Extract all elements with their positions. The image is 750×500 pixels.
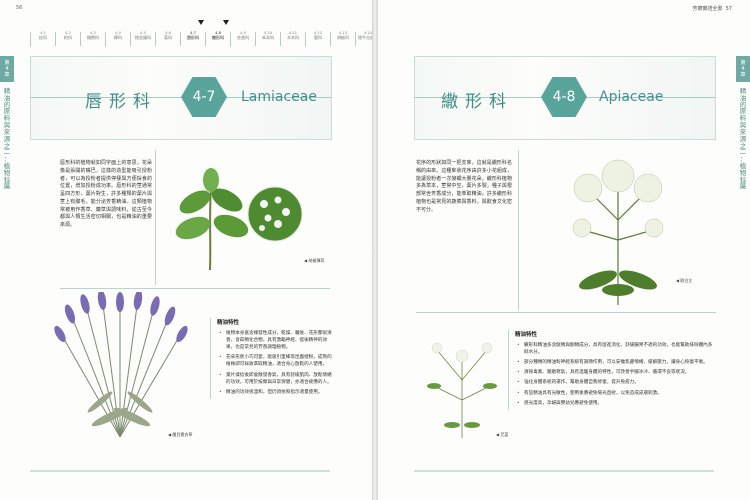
family-title-band: 繖形科 4-8 Apiaceae [414, 56, 716, 140]
side-char: 屬 [739, 182, 747, 191]
chapter-tab: 4-14牻牛兒苗科 [355, 31, 372, 46]
mint-flower-closeup [247, 186, 303, 242]
family-number-badge: 4-7 [181, 77, 227, 117]
chapter-tab: 4-11 木本科 [280, 31, 305, 46]
essential-oil-section: 精油特性 繖形科精油多含醚類與酮類成分，具有促進消化、舒緩腸胃不適的功效，也能幫… [508, 330, 715, 410]
essential-oil-item: 花朵形狀小巧可愛，能吸引蜜蜂等昆蟲授粉，成熟的植株即可採收萃取精油，適合身心放鬆… [219, 354, 335, 368]
chapter-tab: 4-2 柏科 [55, 31, 80, 46]
chapter-tab: 4-6 菊科 [155, 31, 180, 46]
chapter-tab-label: 禾本科 [262, 34, 274, 40]
essential-oil-list: 植物本身富含揮發性成分，乾燥、曬後、花形都很清香，含萜類化合物，具有激勵神經、提… [217, 330, 335, 396]
essential-oil-section: 精油特性 植物本身富含揮發性成分，乾燥、曬後、花形都很清香，含萜類化合物，具有激… [210, 318, 335, 399]
divider [155, 150, 156, 285]
chapter-tab-label: 牻牛兒苗科 [358, 34, 372, 40]
divider [416, 312, 716, 313]
divider [518, 150, 519, 310]
caption-angelica-text: 歐白芷 [680, 278, 693, 283]
left-page: 56 4-1 松科 4-2 柏科 4-3 橄欖科 4-4 樟科 4-5 桃金孃科 4-6 菊科 4-7 唇… [0, 0, 372, 500]
chapter-tab-label: 松科 [39, 34, 47, 40]
essential-oil-item: 強化身體系統的運作，幫助身體自我修復，提升免疫力。 [517, 379, 715, 386]
essential-oil-item: 感光度高，孕婦與嬰幼兒應避免使用。 [517, 400, 715, 407]
chapter-tab-label: 木本科 [287, 34, 299, 40]
essential-oil-item: 繖形科精油多含醚類與酮類成分，具有促進消化、舒緩腸胃不適的功效，也能幫助排除體內… [517, 342, 715, 356]
chapter-tab-label: 芸香科 [237, 34, 249, 40]
chapter-tab-label: 樟科 [114, 34, 122, 40]
family-title-cn: 唇形科 [85, 92, 157, 112]
chapter-tab: 4-10 禾本科 [255, 31, 280, 46]
chapter-tab: 4-5 桃金孃科 [130, 31, 155, 46]
family-number-badge: 4-8 [541, 77, 587, 117]
caption-lavender-text: 醒目薰衣草 [172, 432, 193, 437]
coriander-illustration [427, 342, 497, 438]
chapter-tab-label: 橄欖科 [87, 34, 99, 40]
chapter-tab-label: 薑科 [314, 34, 322, 40]
essential-oil-item: 精油的功效很溫和，但仍須依照指示適量使用。 [219, 389, 335, 396]
chapter-tab-label: 柏科 [64, 34, 72, 40]
caption-angelica: ◀ 歐白芷 [676, 278, 693, 283]
chapter-sidebar: 第4章 精油的原料與來源之二：植物科屬 [736, 56, 750, 190]
angelica-illustration [572, 159, 664, 305]
chapter-tab-label: 菊科 [164, 34, 172, 40]
chapter-tab-label: 桃金孃科 [135, 34, 151, 40]
family-title-band: 唇形科 4-7 Lamiaceae [30, 56, 332, 140]
side-char: 屬 [3, 182, 11, 191]
chapter-tab: 4-12 薑科 [305, 31, 330, 46]
caption-coriander-text: 芫荽 [500, 432, 509, 437]
chapter-tab-label: 繖形科 [212, 34, 224, 40]
chapter-tab: 4-1 松科 [30, 31, 55, 46]
essential-oil-item: 葉片揉捻後即會散發香氣，具有舒緩肌肉、放鬆情緒的功效，可用於按摩與日常保健，亦適… [219, 372, 335, 386]
chapter-tab-label: 唇形科 [187, 34, 199, 40]
page-number: 56 [16, 5, 23, 11]
chapter-tab: 4-9 芸香科 [230, 31, 255, 46]
chapter-tab: 4-4 樟科 [105, 31, 130, 46]
page-number: 57 [725, 6, 732, 12]
chapter-sidebar: 第4章 精油的原料與來源之二：植物科屬 [0, 56, 14, 190]
intro-text: 花序的形狀如同一把支傘，這就是繖形科名稱的由來。這種傘狀花序由許多小花組成，能讓… [416, 160, 512, 213]
essential-oil-item: 有些精油具有光敏性，使用後應避免陽光直射，以免造成皮膚刺激。 [517, 390, 715, 397]
chapter-tab: 4-8 繖形科 [205, 20, 230, 46]
book-spread: 56 4-1 松科 4-2 柏科 4-3 橄欖科 4-4 樟科 4-5 桃金孃科 4-6 菊科 4-7 唇… [0, 0, 750, 500]
chapter-tab: 4-3 橄欖科 [80, 31, 105, 46]
family-title-cn: 繖形科 [441, 92, 513, 112]
family-title-latin: Lamiaceae [241, 89, 317, 105]
chapter-side-title: 精油的原料與來源之二：植物科屬 [0, 88, 14, 190]
family-title-latin: Apiaceae [599, 89, 664, 105]
essential-oil-list: 繖形科精油多含醚類與酮類成分，具有促進消化、舒緩腸胃不適的功效，也能幫助排除體內… [515, 342, 715, 407]
caption-coriander: ◀ 芫荽 [496, 432, 509, 437]
peppermint-illustration [175, 168, 249, 271]
essential-oil-heading: 精油特性 [217, 320, 240, 326]
essential-oil-heading: 精油特性 [515, 332, 538, 338]
running-head: 芳療實證全書 57 [692, 5, 732, 12]
lavender-illustration [54, 292, 188, 438]
essential-oil-item: 植物本身富含揮發性成分，乾燥、曬後、花形都很清香，含萜類化合物，具有激勵神經、提… [219, 330, 335, 351]
divider [60, 288, 330, 289]
caption-peppermint: ◀ 胡椒薄荷 [304, 258, 325, 263]
chapter-tab: 4-7 唇形科 [180, 20, 205, 46]
chapter-chip: 第4章 [736, 56, 750, 82]
page-bottom-rule [30, 470, 330, 472]
right-page: 芳療實證全書 57 第4章 精油的原料與來源之二：植物科屬 繖形科 4-8 Ap… [378, 0, 750, 500]
intro-text: 唇形科的植物就如同字面上的意思，花朵像是張開的嘴巴，這樣的造型能吸引授粉者，可以… [60, 160, 152, 228]
page-bottom-rule [414, 470, 714, 472]
essential-oil-item: 清除毒素、驅散寒氣，具有溫暖身體的特性，可改善手腳冰冷、循環不良等狀況。 [517, 369, 715, 376]
chapter-side-title: 精油的原料與來源之二：植物科屬 [736, 88, 750, 190]
caption-peppermint-text: 胡椒薄荷 [308, 258, 325, 263]
chapter-tab-ribbon: 4-1 松科 4-2 柏科 4-3 橄欖科 4-4 樟科 4-5 桃金孃科 4-6 菊科 4-7 唇形科 4… [30, 20, 372, 46]
chapter-chip: 第4章 [0, 56, 14, 82]
chapter-tab-label: 胡椒科 [337, 34, 349, 40]
essential-oil-item: 部分種類的精油對神經系統有調節作用，可以安撫焦慮情緒、緩解壓力，讓身心恢復平衡。 [517, 359, 715, 366]
chapter-tab: 4-13 胡椒科 [330, 31, 355, 46]
caption-lavender: ◀ 醒目薰衣草 [168, 432, 193, 437]
running-head-title: 芳療實證全書 [692, 6, 723, 12]
